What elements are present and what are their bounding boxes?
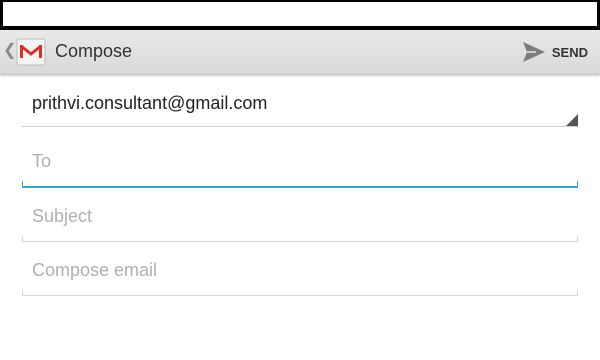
page-title: Compose <box>55 41 133 61</box>
subject-placeholder: Subject <box>32 206 93 226</box>
send-label: SEND <box>551 44 588 60</box>
send-icon <box>522 42 545 62</box>
back-caret-icon[interactable]: ❮ <box>3 42 16 60</box>
subject-underline <box>22 241 578 242</box>
compose-underline <box>22 295 578 296</box>
top-frame-bar <box>0 0 600 30</box>
to-underline-focused <box>22 186 578 188</box>
from-underline <box>22 126 578 127</box>
from-account-value: prithvi.consultant@gmail.com <box>32 93 268 113</box>
compose-body-field[interactable]: Compose email <box>22 250 578 296</box>
compose-body-placeholder: Compose email <box>32 260 158 280</box>
to-field[interactable]: To <box>22 140 578 188</box>
gmail-icon[interactable] <box>16 38 46 66</box>
from-account-selector[interactable]: prithvi.consultant@gmail.com <box>22 85 578 127</box>
top-frame-inner <box>3 2 597 26</box>
to-placeholder: To <box>32 151 52 171</box>
action-bar: ❮ Compose SEND <box>0 30 600 75</box>
dropdown-corner-icon <box>566 114 578 126</box>
subject-field[interactable]: Subject <box>22 196 578 242</box>
send-button[interactable]: SEND <box>522 36 588 68</box>
